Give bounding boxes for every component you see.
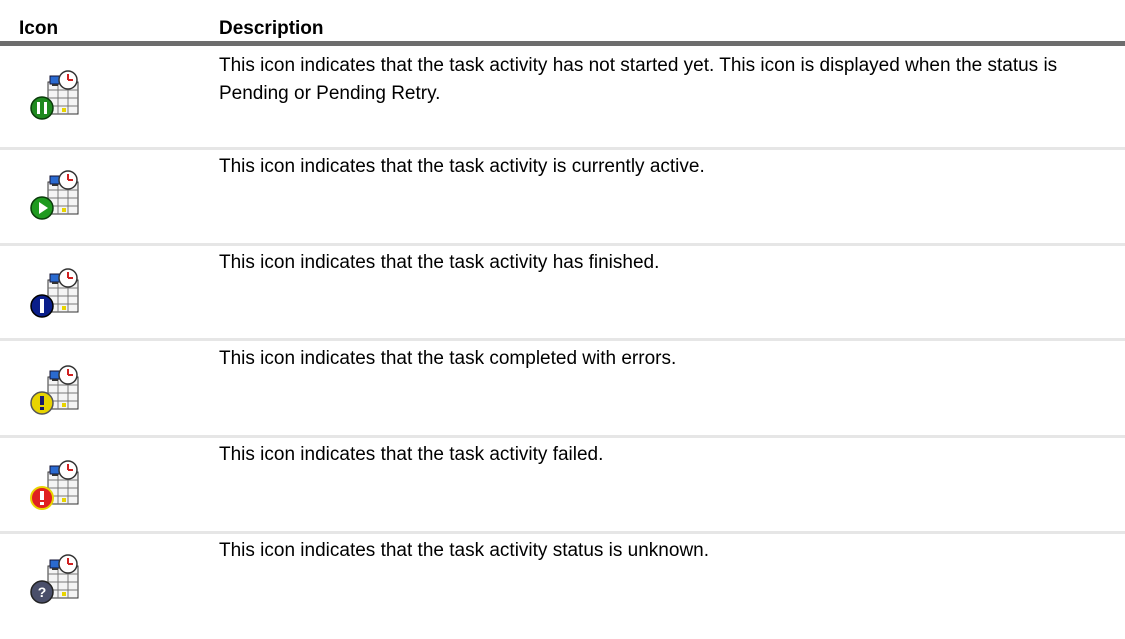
row-description: This icon indicates that the task activi…	[219, 444, 604, 465]
table-header-row: Icon Description	[0, 0, 1125, 46]
table-row: ? This icon indicates that the task acti…	[0, 534, 1125, 639]
row-description: This icon indicates that the task comple…	[219, 348, 677, 369]
row-description: This icon indicates that the task activi…	[219, 55, 1058, 104]
table-row: This icon indicates that the task activi…	[0, 246, 1125, 341]
row-description: This icon indicates that the task activi…	[219, 252, 660, 273]
task-active-icon	[28, 168, 84, 224]
svg-text:?: ?	[38, 584, 47, 600]
table-row: This icon indicates that the task activi…	[0, 438, 1125, 534]
task-finished-icon	[28, 266, 84, 322]
row-description: This icon indicates that the task activi…	[219, 540, 710, 561]
icon-description-table: Icon Description This icon indicates tha…	[0, 0, 1125, 639]
task-pending-icon	[28, 68, 84, 124]
table-row: This icon indicates that the task comple…	[0, 341, 1125, 438]
description-column-header: Description	[219, 18, 324, 39]
task-completed-with-errors-icon	[28, 363, 84, 419]
icon-column-header: Icon	[19, 18, 59, 39]
task-unknown-icon: ?	[28, 552, 84, 608]
row-description: This icon indicates that the task activi…	[219, 156, 705, 177]
task-failed-icon	[28, 458, 84, 514]
table-row: This icon indicates that the task activi…	[0, 46, 1125, 150]
table-row: This icon indicates that the task activi…	[0, 150, 1125, 246]
